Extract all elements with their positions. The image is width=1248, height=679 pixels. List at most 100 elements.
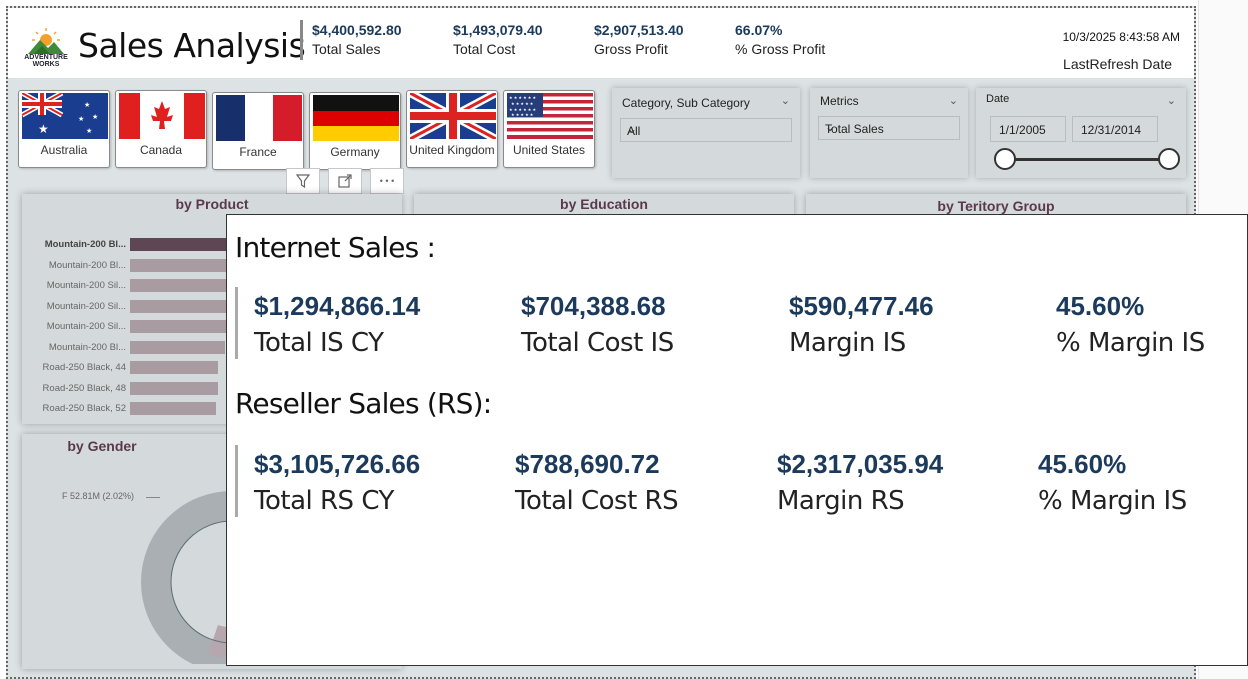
kpi-value: $1,294,866.14 — [254, 291, 421, 321]
product-bar-label: Road-250 Black, 48 — [42, 382, 126, 394]
product-bar-label: Mountain-200 Sil... — [46, 300, 126, 312]
product-bar[interactable] — [130, 381, 218, 395]
reseller-sales-accent-bar — [235, 445, 238, 517]
kpi-margin-rs: $2,317,035.94 Margin RS — [777, 449, 943, 516]
kpi-total-cost-is: $704,388.68 Total Cost IS — [521, 291, 674, 358]
filter-icon[interactable] — [286, 168, 320, 194]
product-bar-label: Road-250 Black, 44 — [42, 362, 126, 373]
chevron-down-icon: ⌄ — [627, 122, 638, 136]
last-refresh-label: LastRefresh Date — [1063, 56, 1172, 72]
sales-tooltip: Internet Sales : $1,294,866.14 Total IS … — [226, 214, 1248, 666]
kpi-total-is-cy: $1,294,866.14 Total IS CY — [254, 291, 420, 358]
page-title: Sales Analysis — [78, 26, 306, 65]
product-bar[interactable] — [130, 402, 216, 415]
date-start-input[interactable]: 1/1/2005 — [990, 116, 1066, 142]
territory-chart-title: by Teritory Group — [937, 198, 1055, 214]
category-dropdown[interactable]: All ⌄ — [620, 118, 792, 142]
country-button-france[interactable]: France — [212, 92, 304, 170]
country-label: United Kingdom — [409, 143, 495, 157]
chevron-down-icon[interactable]: ⌄ — [1167, 94, 1176, 107]
australia-flag-icon: ★ ★ ★ ★ ★ — [22, 93, 108, 139]
product-bar[interactable] — [130, 299, 227, 313]
internet-sales-title: Internet Sales : — [235, 231, 436, 264]
date-end-input[interactable]: 12/31/2014 — [1072, 116, 1158, 142]
kpi-label: % Margin IS — [1038, 486, 1187, 516]
kpi-value: $1,493,079.40 — [453, 22, 543, 38]
kpi-value: 45.60% — [1056, 291, 1145, 321]
kpi-percent-margin-is: 45.60% % Margin IS — [1056, 291, 1205, 358]
last-refresh-value: 10/3/2025 8:43:58 AM — [1062, 30, 1180, 44]
kpi-margin-is: $590,477.46 Margin IS — [789, 291, 934, 358]
product-bar-label: Mountain-200 Bl... — [48, 259, 126, 271]
education-chart-title: by Education — [560, 196, 648, 212]
product-bar[interactable] — [130, 340, 225, 354]
svg-text:★ ★ ★ ★ ★: ★ ★ ★ ★ ★ — [511, 101, 534, 106]
product-bar-label: Mountain-200 Bl... — [48, 341, 126, 353]
kpi-value: $788,690.72 — [515, 449, 660, 479]
country-button-australia[interactable]: ★ ★ ★ ★ ★ Australia — [18, 90, 110, 168]
logo-text: ADVENTURE WORKS — [24, 54, 68, 68]
kpi-gross-profit-percent: 66.07% % Gross Profit — [735, 22, 825, 57]
canada-flag-icon — [119, 93, 205, 139]
kpi-value: $2,317,035.94 — [777, 449, 944, 479]
metrics-slicer-title: Metrics — [820, 94, 859, 108]
reseller-sales-title: Reseller Sales (RS): — [235, 387, 492, 420]
date-slider-track[interactable] — [998, 158, 1166, 161]
more-options-button[interactable]: • • • — [370, 168, 404, 194]
metrics-dropdown[interactable]: Total Sales ⌄ — [818, 116, 960, 140]
country-button-united-states[interactable]: ★ ★ ★ ★ ★ ★ ★ ★ ★ ★ ★ ★ ★ ★ ★ ★ ★ ★ ★ ★ … — [503, 90, 595, 168]
kpi-label: Gross Profit — [594, 41, 668, 57]
us-flag-icon: ★ ★ ★ ★ ★ ★ ★ ★ ★ ★ ★ ★ ★ ★ ★ ★ ★ ★ ★ ★ … — [507, 93, 593, 139]
france-flag-icon — [216, 95, 302, 141]
date-slider-end-handle[interactable] — [1158, 148, 1180, 170]
product-bar[interactable] — [130, 258, 229, 272]
product-bar[interactable] — [130, 279, 229, 292]
svg-text:★: ★ — [86, 127, 92, 135]
kpi-label: % Gross Profit — [735, 41, 826, 57]
country-label: Australia — [40, 143, 88, 157]
product-bar[interactable] — [130, 320, 226, 333]
kpi-gross-profit: $2,907,513.40 Gross Profit — [594, 22, 684, 57]
country-label: Canada — [139, 143, 183, 157]
kpi-total-cost-rs: $788,690.72 Total Cost RS — [515, 449, 679, 516]
chevron-down-icon[interactable]: ⌄ — [781, 94, 790, 107]
kpi-value: $2,907,513.40 — [594, 22, 684, 38]
kpi-total-sales: $4,400,592.80 Total Sales — [312, 22, 402, 57]
category-slicer: Category, Sub Category ⌄ All ⌄ — [612, 88, 800, 178]
chevron-down-icon[interactable]: ⌄ — [949, 94, 958, 107]
product-bar-label: Mountain-200 Sil... — [46, 280, 126, 291]
date-slider-start-handle[interactable] — [994, 148, 1016, 170]
country-button-canada[interactable]: Canada — [115, 90, 207, 168]
product-bar-label: Mountain-200 Bl... — [44, 239, 126, 250]
product-bar[interactable] — [130, 238, 235, 251]
kpi-value: 66.07% — [735, 22, 783, 38]
kpi-label: Margin RS — [777, 486, 905, 516]
kpi-value: $704,388.68 — [521, 291, 666, 321]
kpi-label: Total Sales — [312, 41, 381, 57]
visual-toolbar: • • • — [286, 168, 404, 194]
country-button-united-kingdom[interactable]: United Kingdom — [406, 90, 498, 168]
country-label: United States — [512, 143, 586, 157]
country-label: France — [239, 145, 277, 159]
product-chart-title: by Product — [175, 196, 249, 212]
date-slicer: Date ⌄ 1/1/2005 12/31/2014 — [976, 88, 1186, 178]
kpi-label: Total IS CY — [254, 328, 384, 358]
focus-mode-icon[interactable] — [328, 168, 362, 194]
product-bar[interactable] — [130, 361, 218, 374]
kpi-value: 45.60% — [1038, 449, 1127, 479]
gender-slice-label: F 52.81M (2.02%) — [62, 491, 135, 501]
app-canvas: ADVENTURE WORKS Sales Analysis $4,400,59… — [0, 0, 1248, 679]
chevron-down-icon: ⌄ — [825, 120, 836, 134]
svg-text:★ ★ ★ ★ ★ ★: ★ ★ ★ ★ ★ ★ — [509, 95, 536, 100]
kpi-label: Margin IS — [789, 328, 906, 358]
svg-text:★: ★ — [38, 122, 49, 136]
kpi-label: Total Cost IS — [521, 328, 674, 358]
svg-text:★: ★ — [92, 113, 98, 121]
uk-flag-icon — [410, 93, 496, 139]
product-bar-label: Road-250 Black, 52 — [42, 403, 126, 414]
kpi-label: % Margin IS — [1056, 328, 1205, 358]
date-slicer-title: Date — [986, 93, 1010, 105]
kpi-total-rs-cy: $3,105,726.66 Total RS CY — [254, 449, 420, 516]
country-button-germany[interactable]: Germany — [309, 92, 401, 170]
kpi-total-cost: $1,493,079.40 Total Cost — [453, 22, 543, 57]
